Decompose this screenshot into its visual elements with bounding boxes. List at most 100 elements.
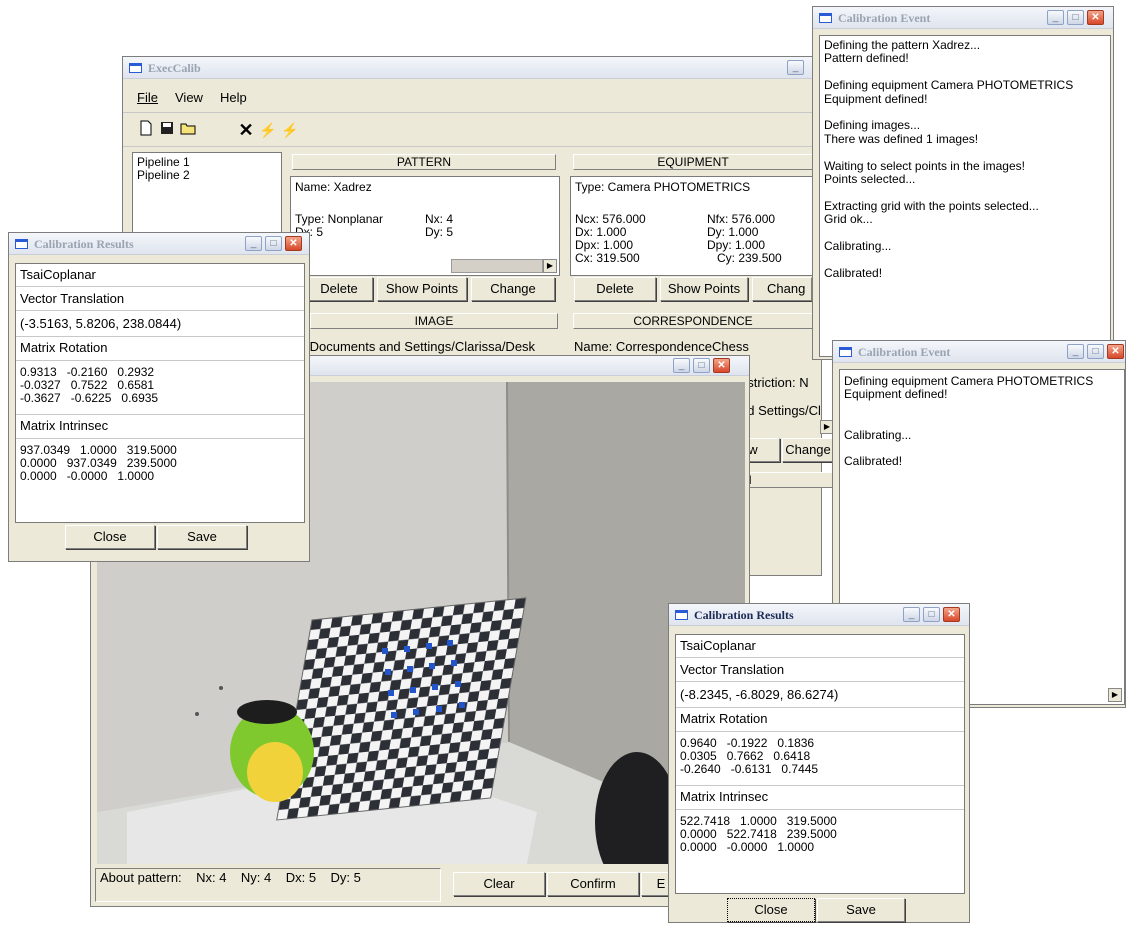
pattern-info-panel: Name: Xadrez Type: Nonplanar Nx: 4 Dx: 5… [290, 176, 560, 276]
matrix-rotation-label: Matrix Rotation [680, 711, 768, 726]
matrix-intrinsec-row: 0.0000 -0.0000 1.0000 [20, 469, 155, 483]
equipment-change-button[interactable]: Chang [752, 277, 812, 301]
menu-separator [123, 112, 813, 113]
clear-button[interactable]: Clear [453, 872, 545, 896]
double-lightning-icon[interactable]: ⚡ [280, 120, 300, 140]
matrix-rotation-row: -0.2640 -0.6131 0.7445 [680, 762, 819, 776]
scroll-right-icon[interactable]: ▶ [543, 259, 557, 273]
calibration-event-window: Calibration Event _ □ ✕ Defining the pat… [812, 6, 1114, 360]
vector-translation-value: (-8.2345, -6.8029, 86.6274) [680, 687, 839, 702]
status-ny: Ny: 4 [240, 870, 272, 885]
results-titlebar[interactable]: Calibration Results _ □ ✕ [669, 604, 969, 626]
results-titlebar[interactable]: Calibration Results _ □ ✕ [9, 233, 309, 255]
open-folder-icon[interactable] [178, 120, 198, 140]
window-title: Calibration Event [858, 345, 951, 359]
event-log-line: Equipment defined! [824, 91, 928, 106]
divider [16, 360, 304, 361]
close-icon[interactable]: ✕ [1107, 344, 1124, 359]
confirm-button[interactable]: Confirm [547, 872, 639, 896]
save-button[interactable]: Save [157, 525, 247, 549]
close-icon[interactable]: ✕ [713, 358, 730, 373]
close-icon[interactable]: ✕ [1087, 10, 1104, 25]
equipment-show-points-button[interactable]: Show Points [660, 277, 748, 301]
maximize-icon[interactable]: □ [923, 607, 940, 622]
calibration-results-window-2: Calibration Results _ □ ✕ TsaiCoplanar V… [668, 603, 970, 923]
matrix-rotation-row: -0.3627 -0.6225 0.6935 [20, 391, 159, 405]
new-file-icon[interactable] [136, 120, 156, 140]
status-dx: Dx: 5 [285, 870, 317, 885]
menu-help[interactable]: Help [220, 90, 247, 105]
correspondence-restriction: estriction: N [740, 375, 809, 390]
save-button[interactable]: Save [817, 898, 905, 922]
menu-file[interactable]: File [137, 90, 158, 105]
save-icon[interactable] [157, 120, 177, 140]
divider [16, 310, 304, 311]
pattern-change-button[interactable]: Change [471, 277, 555, 301]
equipment-info-panel: Type: Camera PHOTOMETRICS Ncx: 576.000 N… [570, 176, 813, 276]
minimize-icon[interactable]: _ [673, 358, 690, 373]
minimize-icon[interactable]: _ [787, 60, 804, 75]
calibration-results-window: Calibration Results _ □ ✕ TsaiCoplanar V… [8, 232, 310, 562]
maximize-icon[interactable]: □ [265, 236, 282, 251]
event-log-line: Calibrated! [844, 454, 903, 469]
minimize-icon[interactable]: _ [1047, 10, 1064, 25]
pattern-header: PATTERN [292, 154, 556, 170]
status-nx: Nx: 4 [196, 870, 227, 885]
divider [16, 336, 304, 337]
image-header: IMAGE [310, 313, 558, 329]
maximize-icon[interactable]: □ [693, 358, 710, 373]
window-icon [839, 347, 852, 357]
close-icon[interactable]: ✕ [943, 607, 960, 622]
event-titlebar[interactable]: Calibration Event _ □ ✕ [833, 341, 1125, 363]
event-log-line [824, 106, 1073, 119]
status-label: About pattern: [100, 870, 182, 885]
delete-icon[interactable]: ✕ [236, 120, 256, 140]
matrix-intrinsec-label: Matrix Intrinsec [680, 789, 769, 804]
minimize-icon[interactable]: _ [245, 236, 262, 251]
menu-view[interactable]: View [175, 90, 203, 105]
equipment-type: Type: Camera PHOTOMETRICS [575, 180, 751, 194]
scroll-right-icon[interactable]: ▶ [1108, 688, 1122, 702]
event-log-line: Defining the pattern Xadrez... [824, 38, 981, 52]
close-button[interactable]: Close [65, 525, 155, 549]
matrix-intrinsec-row: 0.0000 -0.0000 1.0000 [680, 840, 815, 854]
event-titlebar[interactable]: Calibration Event _ □ ✕ [813, 7, 1113, 29]
divider [676, 681, 964, 682]
lightning-icon[interactable]: ⚡ [258, 120, 278, 140]
divider [676, 809, 964, 810]
maximize-icon[interactable]: □ [1067, 10, 1084, 25]
event-log-line [844, 415, 1093, 428]
event-log-line: Defining images... [824, 118, 921, 133]
equipment-header: EQUIPMENT [573, 154, 813, 170]
minimize-icon[interactable]: _ [1067, 344, 1084, 359]
pattern-show-points-button[interactable]: Show Points [377, 277, 467, 301]
event-log-line: Equipment defined! [844, 387, 948, 402]
pattern-scrollbar[interactable] [451, 259, 543, 273]
event-log-line: Extracting grid with the points selected… [824, 198, 1039, 213]
correspondence-change-button[interactable]: Change [782, 438, 834, 462]
pipeline-item[interactable]: Pipeline 2 [137, 169, 190, 182]
pattern-delete-button[interactable]: Delete [305, 277, 373, 301]
divider [676, 785, 964, 786]
window-icon [675, 610, 688, 620]
equipment-cy: Cy: 239.500 [717, 251, 782, 265]
window-icon [15, 239, 28, 249]
close-button[interactable]: Close [727, 898, 815, 922]
event-log-line: Defining equipment Camera PHOTOMETRICS [844, 374, 1094, 388]
event-log-line: Points selected... [824, 171, 916, 186]
event-log-line: Waiting to select points in the images! [824, 158, 1025, 173]
close-icon[interactable]: ✕ [285, 236, 302, 251]
divider [16, 286, 304, 287]
pattern-dy: Dy: 5 [425, 225, 454, 239]
pattern-status-box: About pattern: Nx: 4 Ny: 4 Dx: 5 Dy: 5 [95, 868, 441, 902]
pipeline-list[interactable]: Pipeline 1 Pipeline 2 [132, 152, 282, 242]
calibration-header: N [736, 472, 834, 488]
correspondence-header: CORRESPONDENCE [573, 313, 813, 329]
event-log[interactable]: Defining the pattern Xadrez... Pattern de… [819, 35, 1111, 357]
execcalib-titlebar[interactable]: ExecCalib _ [123, 57, 821, 79]
maximize-icon[interactable]: □ [1087, 344, 1104, 359]
minimize-icon[interactable]: _ [903, 607, 920, 622]
equipment-delete-button[interactable]: Delete [574, 277, 656, 301]
event-log-line: Defining equipment Camera PHOTOMETRICS [824, 78, 1074, 93]
event-log-lines: Defining equipment Camera PHOTOMETRICS Eq… [844, 374, 1094, 469]
